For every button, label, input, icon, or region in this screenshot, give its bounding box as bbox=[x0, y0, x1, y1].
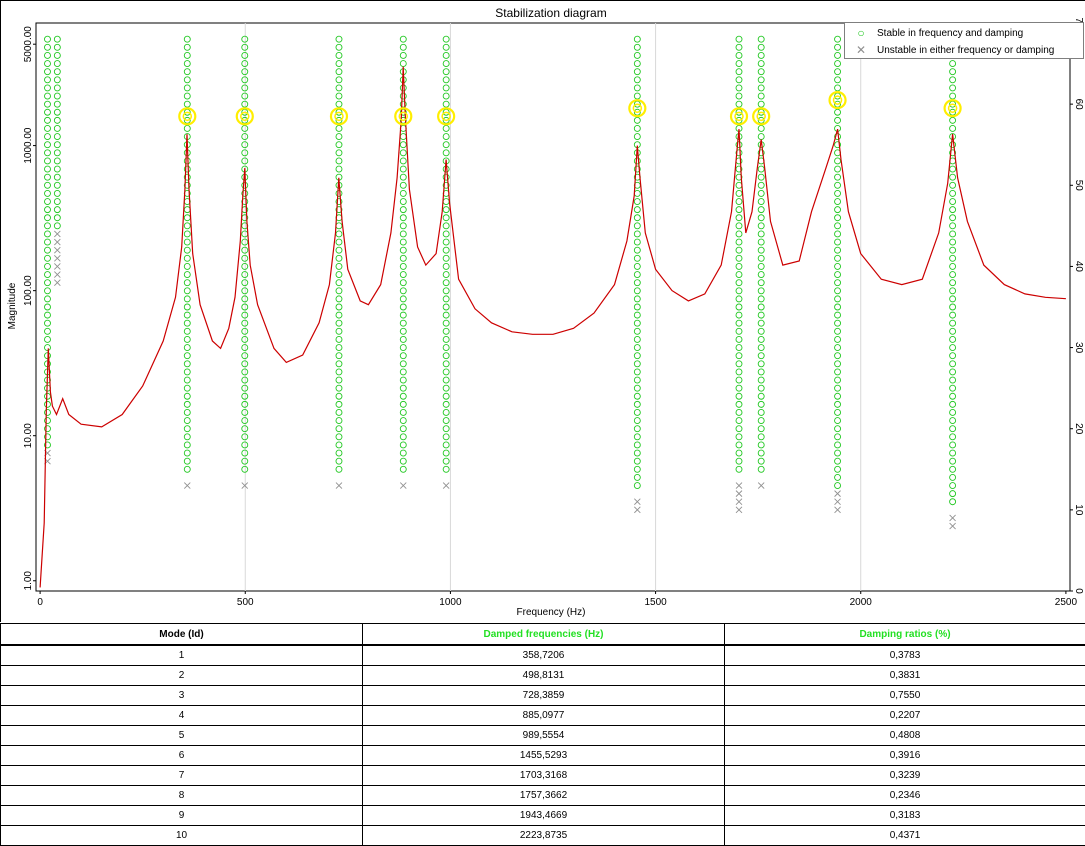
cell-mode-id: 1 bbox=[0, 644, 363, 666]
y2-tick-label: 0 bbox=[1073, 588, 1084, 594]
legend-label-stable: Stable in frequency and damping bbox=[877, 27, 1024, 39]
table-row[interactable]: 3 728,3859 0,7550 bbox=[0, 685, 1085, 706]
y2-tick-label: 30 bbox=[1073, 342, 1084, 354]
x-tick-label: 2000 bbox=[850, 597, 873, 608]
cell-damping-ratio: 0,2346 bbox=[724, 785, 1085, 806]
cell-damped-frequency: 1943,4669 bbox=[362, 805, 725, 826]
y2-tick-label: 40 bbox=[1073, 261, 1084, 273]
x-tick-label: 1500 bbox=[644, 597, 667, 608]
cell-damped-frequency: 1757,3662 bbox=[362, 785, 725, 806]
table-row[interactable]: 6 1455,5293 0,3916 bbox=[0, 745, 1085, 766]
cell-damping-ratio: 0,3239 bbox=[724, 765, 1085, 786]
x-tick-label: 1000 bbox=[439, 597, 462, 608]
cell-damped-frequency: 728,3859 bbox=[362, 685, 725, 706]
green-circle-icon: ○ bbox=[857, 26, 865, 40]
column-header-damped-frequencies[interactable]: Damped frequencies (Hz) bbox=[362, 623, 725, 646]
cell-mode-id: 6 bbox=[0, 745, 363, 766]
cell-mode-id: 3 bbox=[0, 685, 363, 706]
legend-label-unstable: Unstable in either frequency or damping bbox=[877, 44, 1055, 56]
cell-damping-ratio: 0,3783 bbox=[724, 644, 1085, 666]
table-row[interactable]: 1 358,7206 0,3783 bbox=[0, 644, 1085, 666]
y-tick-label: 10.00 bbox=[23, 423, 34, 448]
table-row[interactable]: 2 498,8131 0,3831 bbox=[0, 665, 1085, 686]
legend-item-unstable: ✕ Unstable in either frequency or dampin… bbox=[845, 42, 1054, 58]
cell-damping-ratio: 0,7550 bbox=[724, 685, 1085, 706]
y-tick-label: 5000.00 bbox=[23, 26, 34, 63]
cell-damping-ratio: 0,3916 bbox=[724, 745, 1085, 766]
modes-table: Mode (Id) Damped frequencies (Hz) Dampin… bbox=[0, 623, 1085, 846]
cell-mode-id: 5 bbox=[0, 725, 363, 746]
cell-damping-ratio: 0,2207 bbox=[724, 705, 1085, 726]
cell-damped-frequency: 1455,5293 bbox=[362, 745, 725, 766]
cell-damped-frequency: 498,8131 bbox=[362, 665, 725, 686]
cell-mode-id: 4 bbox=[0, 705, 363, 726]
cell-damped-frequency: 2223,8735 bbox=[362, 825, 725, 846]
y-tick-label: 1.00 bbox=[23, 571, 34, 591]
table-row[interactable]: 4 885,0977 0,2207 bbox=[0, 705, 1085, 726]
cell-mode-id: 8 bbox=[0, 785, 363, 806]
y2-tick-label: 20 bbox=[1073, 423, 1084, 435]
chart-legend: ○ Stable in frequency and damping ✕ Unst… bbox=[844, 22, 1084, 59]
y2-tick-label: 50 bbox=[1073, 180, 1084, 192]
column-header-damping-ratios[interactable]: Damping ratios (%) bbox=[724, 623, 1085, 646]
x-tick-label: 2500 bbox=[1055, 597, 1078, 608]
cell-damped-frequency: 989,5554 bbox=[362, 725, 725, 746]
cell-damping-ratio: 0,4371 bbox=[724, 825, 1085, 846]
gray-x-icon: ✕ bbox=[855, 43, 867, 57]
x-tick-label: 0 bbox=[37, 597, 43, 608]
cell-damping-ratio: 0,4808 bbox=[724, 725, 1085, 746]
cell-damping-ratio: 0,3183 bbox=[724, 805, 1085, 826]
y2-tick-label: 10 bbox=[1073, 504, 1084, 516]
y-tick-label: 100.00 bbox=[23, 275, 34, 306]
cell-mode-id: 10 bbox=[0, 825, 363, 846]
cell-mode-id: 7 bbox=[0, 765, 363, 786]
stabilization-chart: Stabilization diagram Frequency (Hz) Mag… bbox=[1, 1, 1085, 623]
stabilization-chart-panel: Stabilization diagram Frequency (Hz) Mag… bbox=[0, 0, 1085, 623]
table-row[interactable]: 5 989,5554 0,4808 bbox=[0, 725, 1085, 746]
cell-damped-frequency: 358,7206 bbox=[362, 644, 725, 666]
cell-damped-frequency: 1703,3168 bbox=[362, 765, 725, 786]
legend-item-stable: ○ Stable in frequency and damping bbox=[845, 25, 1023, 41]
table-row[interactable]: 8 1757,3662 0,2346 bbox=[0, 785, 1085, 806]
y-tick-label: 1000.00 bbox=[23, 127, 34, 164]
y2-tick-label: 60 bbox=[1073, 99, 1084, 111]
x-tick-label: 500 bbox=[237, 597, 254, 608]
table-row[interactable]: 10 2223,8735 0,4371 bbox=[0, 825, 1085, 846]
table-row[interactable]: 7 1703,3168 0,3239 bbox=[0, 765, 1085, 786]
table-header-row: Mode (Id) Damped frequencies (Hz) Dampin… bbox=[0, 623, 1085, 646]
cell-damped-frequency: 885,0977 bbox=[362, 705, 725, 726]
chart-title: Stabilization diagram bbox=[495, 6, 606, 20]
x-axis-label: Frequency (Hz) bbox=[517, 607, 586, 618]
cell-mode-id: 9 bbox=[0, 805, 363, 826]
y-axis-label: Magnitude bbox=[7, 282, 18, 329]
modes-table-panel: Mode (Id) Damped frequencies (Hz) Dampin… bbox=[0, 623, 1085, 846]
column-header-mode-id[interactable]: Mode (Id) bbox=[0, 623, 363, 646]
cell-mode-id: 2 bbox=[0, 665, 363, 686]
table-row[interactable]: 9 1943,4669 0,3183 bbox=[0, 805, 1085, 826]
cell-damping-ratio: 0,3831 bbox=[724, 665, 1085, 686]
